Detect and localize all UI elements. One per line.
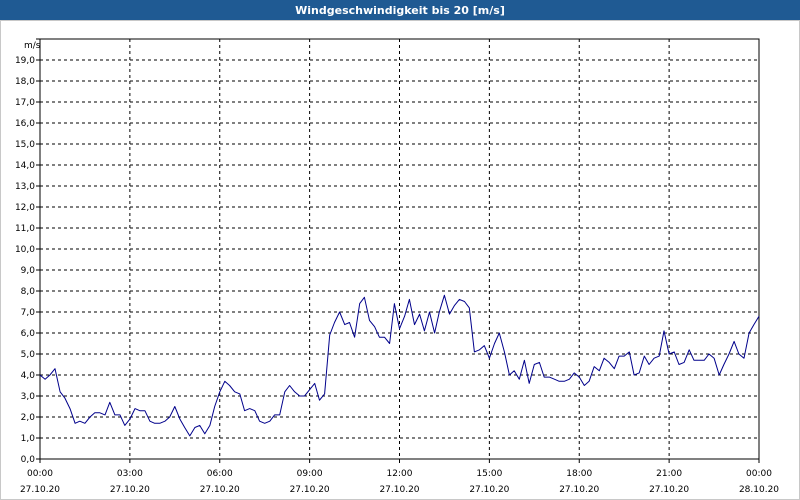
x-tick-time-label: 00:00 — [746, 469, 772, 479]
y-tick-label: 4,0 — [21, 371, 36, 381]
x-tick-time-label: 03:00 — [117, 469, 143, 479]
x-tick-time-label: 09:00 — [297, 469, 323, 479]
x-tick-time-label: 15:00 — [476, 469, 502, 479]
x-tick-time-label: 06:00 — [207, 469, 233, 479]
x-tick-date-label: 27.10.20 — [469, 485, 509, 495]
x-tick-date-label: 27.10.20 — [559, 485, 599, 495]
y-tick-label: 7,0 — [21, 308, 36, 318]
x-tick-time-label: 00:00 — [27, 469, 53, 479]
y-tick-label: 6,0 — [21, 329, 36, 339]
y-tick-label: 17,0 — [15, 98, 35, 108]
y-tick-label: 14,0 — [15, 161, 35, 171]
y-tick-label: 13,0 — [15, 182, 35, 192]
x-tick-date-label: 28.10.20 — [739, 485, 779, 495]
y-tick-label: 12,0 — [15, 203, 35, 213]
x-tick-time-label: 12:00 — [387, 469, 413, 479]
y-tick-label: 15,0 — [15, 140, 35, 150]
x-tick-date-label: 27.10.20 — [379, 485, 419, 495]
wind-speed-chart: m/s 0,0 1,0 2,0 3,0 4,0 5,0 6,0 7,0 8,0 9,0 10,0 11… — [15, 38, 779, 495]
y-tick-label: 16,0 — [15, 119, 35, 129]
y-tick-label: 18,0 — [15, 77, 35, 87]
y-tick-label: 3,0 — [21, 392, 36, 402]
x-tick-date-label: 27.10.20 — [200, 485, 240, 495]
y-axis-unit-label: m/s — [24, 41, 41, 51]
x-tick-date-label: 27.10.20 — [649, 485, 689, 495]
y-tick-label: 0,0 — [21, 455, 36, 465]
y-tick-label: 11,0 — [15, 224, 35, 234]
y-tick-label: 10,0 — [15, 245, 35, 255]
y-tick-label: 2,0 — [21, 413, 36, 423]
y-tick-label: 19,0 — [15, 56, 35, 66]
y-tick-label: 1,0 — [21, 434, 36, 444]
y-tick-label: 8,0 — [21, 287, 36, 297]
x-tick-date-label: 27.10.20 — [20, 485, 60, 495]
y-tick-label: 9,0 — [21, 266, 36, 276]
x-tick-date-label: 27.10.20 — [110, 485, 150, 495]
x-tick-time-label: 21:00 — [656, 469, 682, 479]
x-tick-date-label: 27.10.20 — [290, 485, 330, 495]
x-tick-time-label: 18:00 — [566, 469, 592, 479]
y-tick-label: 5,0 — [21, 350, 36, 360]
